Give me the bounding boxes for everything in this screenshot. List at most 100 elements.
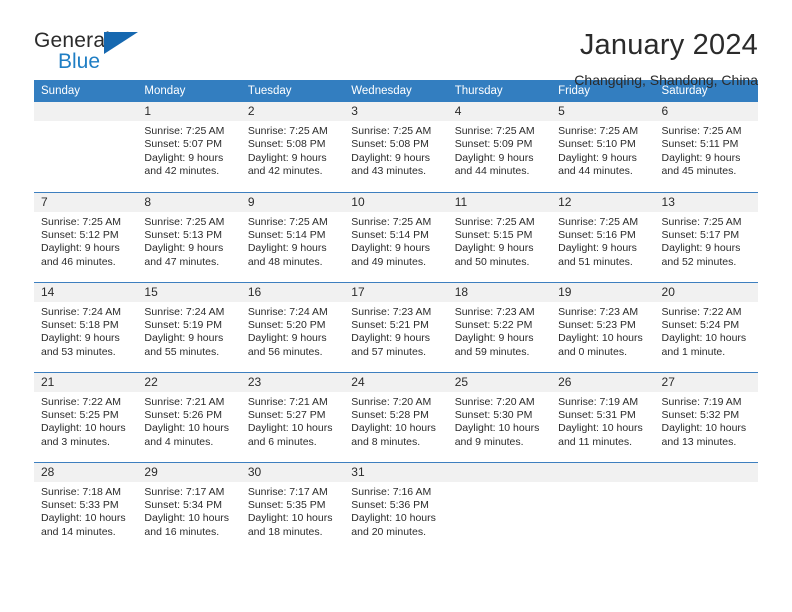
sunrise-text: Sunrise: 7:25 AM <box>144 215 225 228</box>
daylight-text-line1: Daylight: 9 hours <box>144 332 224 345</box>
daylight-text-line2: and 43 minutes. <box>351 165 426 178</box>
calendar-table: Sunday Monday Tuesday Wednesday Thursday… <box>34 80 758 552</box>
day-number: 8 <box>137 192 241 212</box>
week-row: 7 Sunrise: 7:25 AM Sunset: 5:12 PM Dayli… <box>34 191 758 282</box>
day-cell[interactable]: 2 Sunrise: 7:25 AM Sunset: 5:08 PM Dayli… <box>240 102 345 192</box>
day-number: 28 <box>34 462 138 482</box>
sunset-text: Sunset: 5:19 PM <box>144 318 223 331</box>
week-row: 28 Sunrise: 7:18 AM Sunset: 5:33 PM Dayl… <box>34 461 758 552</box>
week-row: 1 Sunrise: 7:25 AM Sunset: 5:07 PM Dayli… <box>34 102 758 192</box>
daylight-text-line2: and 16 minutes. <box>144 525 220 538</box>
daylight-text-line2: and 11 minutes. <box>558 435 633 448</box>
daylight-text-line2: and 14 minutes. <box>41 525 116 538</box>
sunrise-text: Sunrise: 7:24 AM <box>41 305 121 318</box>
day-cell[interactable] <box>551 461 655 552</box>
day-cell[interactable]: 15 Sunrise: 7:24 AM Sunset: 5:19 PM Dayl… <box>137 281 241 372</box>
daylight-text-line2: and 18 minutes. <box>247 525 323 538</box>
sunset-text: Sunset: 5:35 PM <box>247 498 326 511</box>
sunset-text: Sunset: 5:15 PM <box>454 228 533 241</box>
day-number <box>447 462 552 482</box>
daylight-text-line1: Daylight: 9 hours <box>661 151 741 164</box>
sunset-text: Sunset: 5:12 PM <box>41 228 119 241</box>
day-cell[interactable]: 27 Sunrise: 7:19 AM Sunset: 5:32 PM Dayl… <box>654 371 758 462</box>
day-details: Sunrise: 7:25 AM Sunset: 5:14 PM Dayligh… <box>241 212 344 270</box>
day-number <box>551 462 655 482</box>
sunset-text: Sunset: 5:09 PM <box>454 138 533 151</box>
sunrise-text: Sunrise: 7:25 AM <box>558 125 639 137</box>
day-details: Sunrise: 7:25 AM Sunset: 5:08 PM Dayligh… <box>344 121 447 179</box>
day-details: Sunrise: 7:25 AM Sunset: 5:13 PM Dayligh… <box>137 212 240 270</box>
day-cell[interactable]: 18 Sunrise: 7:23 AM Sunset: 5:22 PM Dayl… <box>447 281 552 372</box>
day-cell[interactable]: 24 Sunrise: 7:20 AM Sunset: 5:28 PM Dayl… <box>344 371 448 462</box>
day-cell[interactable]: 16 Sunrise: 7:24 AM Sunset: 5:20 PM Dayl… <box>240 281 345 372</box>
day-cell[interactable]: 22 Sunrise: 7:21 AM Sunset: 5:26 PM Dayl… <box>137 371 241 462</box>
day-cell[interactable]: 30 Sunrise: 7:17 AM Sunset: 5:35 PM Dayl… <box>240 461 345 552</box>
sunset-text: Sunset: 5:08 PM <box>247 138 326 151</box>
day-number: 25 <box>447 372 552 392</box>
day-details: Sunrise: 7:23 AM Sunset: 5:21 PM Dayligh… <box>344 302 447 360</box>
daylight-text-line2: and 47 minutes. <box>144 255 220 268</box>
sunset-text: Sunset: 5:30 PM <box>454 408 533 421</box>
sunset-text: Sunset: 5:14 PM <box>351 228 429 241</box>
daylight-text-line2: and 9 minutes. <box>454 435 524 448</box>
day-cell[interactable]: 20 Sunrise: 7:22 AM Sunset: 5:24 PM Dayl… <box>654 281 758 372</box>
logo-triangle-icon <box>104 32 138 54</box>
day-details: Sunrise: 7:25 AM Sunset: 5:16 PM Dayligh… <box>551 212 654 270</box>
day-cell[interactable]: 9 Sunrise: 7:25 AM Sunset: 5:14 PM Dayli… <box>240 191 345 282</box>
day-cell[interactable]: 29 Sunrise: 7:17 AM Sunset: 5:34 PM Dayl… <box>137 461 241 552</box>
day-cell[interactable]: 8 Sunrise: 7:25 AM Sunset: 5:13 PM Dayli… <box>137 191 241 282</box>
day-cell[interactable]: 7 Sunrise: 7:25 AM Sunset: 5:12 PM Dayli… <box>34 191 138 282</box>
day-cell[interactable]: 28 Sunrise: 7:18 AM Sunset: 5:33 PM Dayl… <box>34 461 138 552</box>
day-cell[interactable]: 10 Sunrise: 7:25 AM Sunset: 5:14 PM Dayl… <box>344 191 448 282</box>
daylight-text-line1: Daylight: 10 hours <box>144 512 230 525</box>
daylight-text-line2: and 4 minutes. <box>144 435 214 448</box>
day-number <box>34 102 138 121</box>
day-details: Sunrise: 7:16 AM Sunset: 5:36 PM Dayligh… <box>344 482 447 540</box>
day-cell[interactable]: 5 Sunrise: 7:25 AM Sunset: 5:10 PM Dayli… <box>551 102 655 192</box>
daylight-text-line1: Daylight: 9 hours <box>558 242 637 255</box>
day-details: Sunrise: 7:21 AM Sunset: 5:27 PM Dayligh… <box>241 392 344 450</box>
sunset-text: Sunset: 5:26 PM <box>144 408 223 421</box>
day-details: Sunrise: 7:20 AM Sunset: 5:28 PM Dayligh… <box>344 392 447 450</box>
day-cell[interactable] <box>34 102 138 192</box>
sunset-text: Sunset: 5:22 PM <box>454 318 533 331</box>
day-number: 23 <box>240 372 345 392</box>
daylight-text-line2: and 3 minutes. <box>41 435 110 448</box>
day-details: Sunrise: 7:25 AM Sunset: 5:11 PM Dayligh… <box>655 121 758 179</box>
day-cell[interactable] <box>447 461 552 552</box>
sunset-text: Sunset: 5:32 PM <box>661 408 740 421</box>
day-details: Sunrise: 7:20 AM Sunset: 5:30 PM Dayligh… <box>448 392 551 450</box>
day-cell[interactable]: 31 Sunrise: 7:16 AM Sunset: 5:36 PM Dayl… <box>344 461 448 552</box>
day-number: 11 <box>447 192 552 212</box>
day-cell[interactable]: 25 Sunrise: 7:20 AM Sunset: 5:30 PM Dayl… <box>447 371 552 462</box>
sunrise-text: Sunrise: 7:25 AM <box>144 125 225 137</box>
day-cell[interactable]: 11 Sunrise: 7:25 AM Sunset: 5:15 PM Dayl… <box>447 191 552 282</box>
day-cell[interactable]: 26 Sunrise: 7:19 AM Sunset: 5:31 PM Dayl… <box>551 371 655 462</box>
sunset-text: Sunset: 5:33 PM <box>41 498 119 511</box>
day-cell[interactable]: 17 Sunrise: 7:23 AM Sunset: 5:21 PM Dayl… <box>344 281 448 372</box>
day-cell[interactable]: 4 Sunrise: 7:25 AM Sunset: 5:09 PM Dayli… <box>447 102 552 192</box>
weekday-header-thursday: Thursday <box>447 80 552 102</box>
day-cell[interactable]: 19 Sunrise: 7:23 AM Sunset: 5:23 PM Dayl… <box>551 281 655 372</box>
day-number: 5 <box>551 102 655 121</box>
sunrise-text: Sunrise: 7:25 AM <box>247 125 328 137</box>
day-cell[interactable]: 12 Sunrise: 7:25 AM Sunset: 5:16 PM Dayl… <box>551 191 655 282</box>
week-row: 14 Sunrise: 7:24 AM Sunset: 5:18 PM Dayl… <box>34 281 758 372</box>
day-cell[interactable]: 14 Sunrise: 7:24 AM Sunset: 5:18 PM Dayl… <box>34 281 138 372</box>
day-cell[interactable] <box>654 461 758 552</box>
day-details: Sunrise: 7:23 AM Sunset: 5:22 PM Dayligh… <box>448 302 551 360</box>
day-cell[interactable]: 21 Sunrise: 7:22 AM Sunset: 5:25 PM Dayl… <box>34 371 138 462</box>
day-number: 24 <box>344 372 448 392</box>
daylight-text-line1: Daylight: 10 hours <box>558 422 643 435</box>
daylight-text-line2: and 49 minutes. <box>351 255 426 268</box>
day-details: Sunrise: 7:25 AM Sunset: 5:12 PM Dayligh… <box>34 212 137 270</box>
day-cell[interactable]: 3 Sunrise: 7:25 AM Sunset: 5:08 PM Dayli… <box>344 102 448 192</box>
day-details <box>448 482 551 486</box>
sunrise-text: Sunrise: 7:25 AM <box>661 125 742 137</box>
day-details: Sunrise: 7:25 AM Sunset: 5:08 PM Dayligh… <box>241 121 344 179</box>
day-cell[interactable]: 6 Sunrise: 7:25 AM Sunset: 5:11 PM Dayli… <box>654 102 758 192</box>
day-cell[interactable]: 1 Sunrise: 7:25 AM Sunset: 5:07 PM Dayli… <box>137 102 241 192</box>
day-cell[interactable]: 13 Sunrise: 7:25 AM Sunset: 5:17 PM Dayl… <box>654 191 758 282</box>
day-number: 3 <box>344 102 448 121</box>
day-cell[interactable]: 23 Sunrise: 7:21 AM Sunset: 5:27 PM Dayl… <box>240 371 345 462</box>
